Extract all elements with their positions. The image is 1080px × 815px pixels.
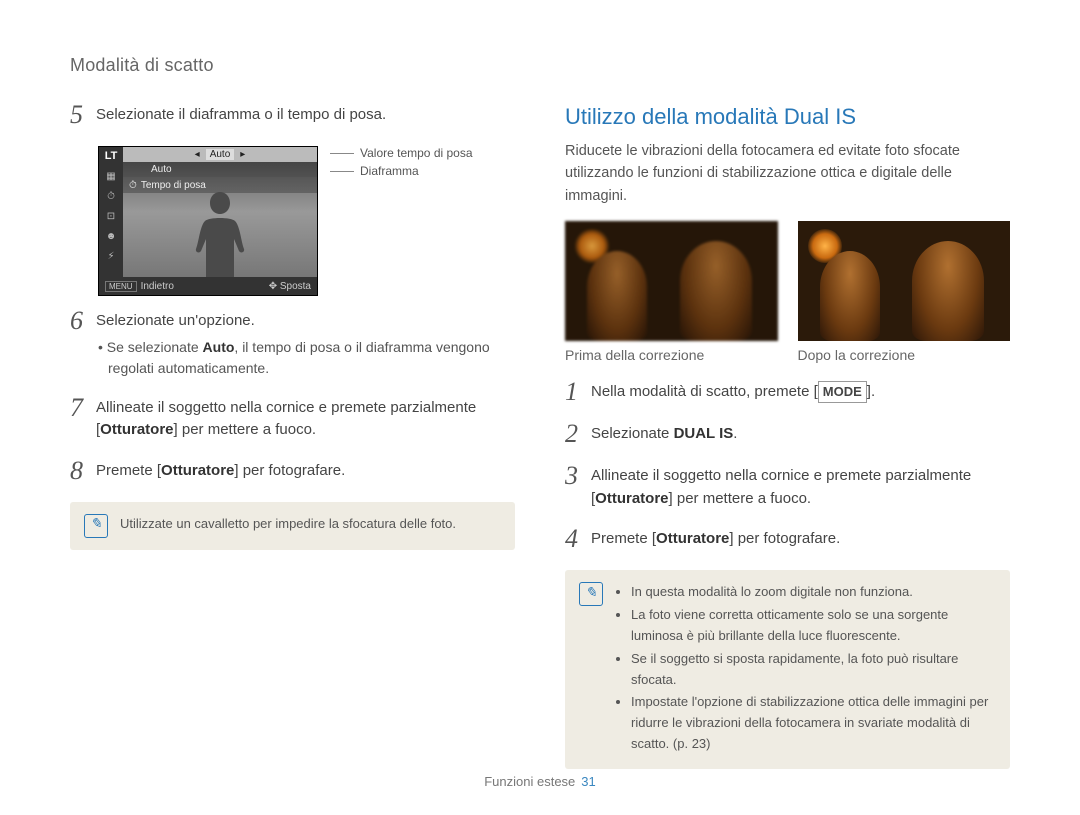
note-icon: ✎ (84, 514, 108, 538)
step7-text: Allineate il soggetto nella cornice e pr… (96, 397, 515, 442)
step1-text: Nella modalità di scatto, premete [MODE]… (591, 381, 1010, 404)
focus-icon: ⊡ (103, 209, 119, 223)
lcd-auto-1: Auto (206, 149, 235, 160)
step2-text: Selezionate DUAL IS. (591, 423, 1010, 446)
step-number-1: 1 (565, 379, 591, 405)
note-box-left: ✎ Utilizzate un cavalletto per impedire … (70, 502, 515, 550)
chevron-left-icon: ◂ (195, 149, 200, 160)
note-box-right: ✎ In questa modalità lo zoom digitale no… (565, 570, 1010, 768)
burst-icon: ▦ (103, 169, 119, 183)
clock-icon-row: ⏱ (129, 180, 137, 191)
step3-text: Allineate il soggetto nella cornice e pr… (591, 465, 1010, 510)
step-number-7: 7 (70, 395, 96, 421)
note-icon: ✎ (579, 582, 603, 606)
note-text: Utilizzate un cavalletto per impedire la… (120, 514, 456, 538)
step6-text: Selezionate un'opzione. (96, 310, 515, 333)
note-list: In questa modalità lo zoom digitale non … (615, 582, 996, 756)
face-icon: ☻ (103, 229, 119, 243)
caption-before: Prima della correzione (565, 347, 778, 363)
step-number-6: 6 (70, 308, 96, 334)
left-column: 5 Selezionate il diaframma o il tempo di… (70, 104, 515, 769)
callout-shutter-value: Valore tempo di posa (330, 146, 473, 160)
caption-after: Dopo la correzione (798, 347, 1011, 363)
lcd-mockup: LT ▦ ⏱ ⊡ ☻ ⚡︎ ◂ Auto ▸ (98, 146, 318, 296)
step-number-3: 3 (565, 463, 591, 489)
lcd-auto-2: Auto (151, 164, 172, 175)
step-number-4: 4 (565, 526, 591, 552)
person-silhouette (185, 187, 255, 277)
clock-icon: ⏱ (103, 189, 119, 203)
section-heading: Utilizzo della modalità Dual IS (565, 104, 1010, 130)
step8-text: Premete [Otturatore] per fotografare. (96, 460, 515, 483)
step5-text: Selezionate il diaframma o il tempo di p… (96, 104, 515, 127)
step4-text: Premete [Otturatore] per fotografare. (591, 528, 1010, 551)
section-intro: Riducete le vibrazioni della fotocamera … (565, 140, 1010, 207)
lcd-top-row: ◂ Auto ▸ (123, 147, 317, 162)
step-number-5: 5 (70, 102, 96, 128)
photo-after (798, 221, 1011, 341)
lcd-back: Indietro (141, 281, 174, 292)
step-number-8: 8 (70, 458, 96, 484)
photo-before (565, 221, 778, 341)
step6-sub: Se selezionate Auto, il tempo di posa o … (96, 337, 515, 379)
page-title: Modalità di scatto (70, 55, 1010, 76)
right-column: Utilizzo della modalità Dual IS Riducete… (565, 104, 1010, 769)
mode-button-label: MODE (818, 381, 867, 403)
flash-off-icon: ⚡︎ (103, 249, 119, 263)
page-footer: Funzioni estese31 (0, 774, 1080, 789)
menu-badge: MENU (105, 281, 137, 292)
step-number-2: 2 (565, 421, 591, 447)
chevron-right-icon: ▸ (240, 149, 245, 160)
lcd-move: Sposta (280, 281, 311, 292)
move-icon: ✥ (269, 281, 280, 292)
lcd-mode-lt: LT (103, 149, 119, 163)
callout-aperture: Diaframma (330, 164, 473, 178)
